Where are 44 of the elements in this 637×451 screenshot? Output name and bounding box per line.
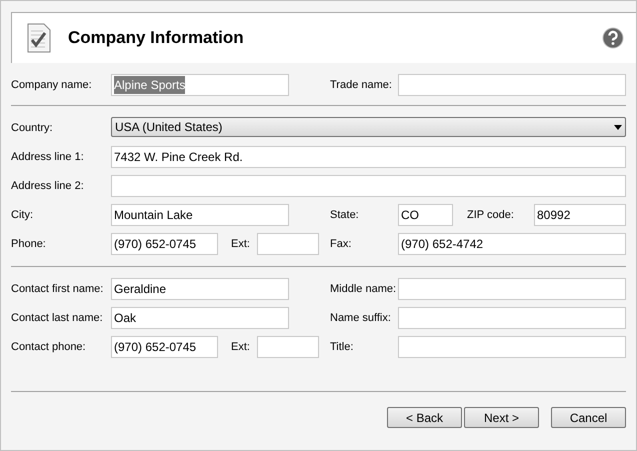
- dropdown-value: USA (United States): [115, 119, 222, 136]
- dropdown-caret-icon: [614, 124, 622, 130]
- field-label: Address line 1:: [11, 150, 85, 165]
- field-label: ZIP code:: [467, 208, 515, 223]
- input-field[interactable]: (970) 652-4742: [398, 233, 626, 255]
- field-label: Contact first name:: [11, 282, 104, 297]
- input-field[interactable]: [398, 278, 626, 300]
- field-label: Middle name:: [330, 282, 398, 297]
- input-field[interactable]: Geraldine: [111, 278, 289, 300]
- cancel-button[interactable]: Cancel: [551, 407, 626, 428]
- back-button[interactable]: < Back: [387, 407, 462, 428]
- field-label: Phone:: [11, 237, 47, 252]
- input-field[interactable]: Oak: [111, 307, 289, 329]
- input-field[interactable]: (970) 652-0745: [111, 336, 218, 358]
- input-field[interactable]: [111, 175, 626, 197]
- input-field[interactable]: [257, 336, 319, 358]
- input-field[interactable]: Mountain Lake: [111, 204, 289, 226]
- field-label: Fax:: [330, 237, 352, 252]
- field-label: City:: [11, 208, 34, 223]
- field-label: Contact phone:: [11, 340, 87, 355]
- input-field[interactable]: (970) 652-0745: [111, 233, 218, 255]
- field-label: Name suffix:: [330, 311, 392, 326]
- field-label: Ext:: [231, 237, 251, 252]
- field-label: State:: [330, 208, 360, 223]
- field-label: Ext:: [231, 340, 251, 355]
- input-field[interactable]: [257, 233, 319, 255]
- input-field[interactable]: [398, 74, 626, 96]
- input-field[interactable]: Alpine Sports: [111, 74, 289, 96]
- field-label: Company name:: [11, 78, 93, 93]
- input-field[interactable]: CO: [398, 204, 453, 226]
- field-label: Address line 2:: [11, 179, 85, 194]
- header-title: Company Information: [68, 27, 244, 50]
- help-icon[interactable]: [602, 27, 624, 49]
- document-check-icon: [26, 23, 52, 53]
- input-field[interactable]: [398, 307, 626, 329]
- field-label: Country:: [11, 121, 54, 136]
- input-field[interactable]: 80992: [534, 204, 626, 226]
- field-label: Trade name:: [330, 78, 393, 93]
- field-label: Contact last name:: [11, 311, 104, 326]
- country-dropdown[interactable]: USA (United States): [111, 117, 626, 137]
- field-label: Title:: [330, 340, 354, 355]
- input-field[interactable]: [398, 336, 626, 358]
- next-button[interactable]: Next >: [464, 407, 539, 428]
- input-field[interactable]: 7432 W. Pine Creek Rd.: [111, 146, 626, 168]
